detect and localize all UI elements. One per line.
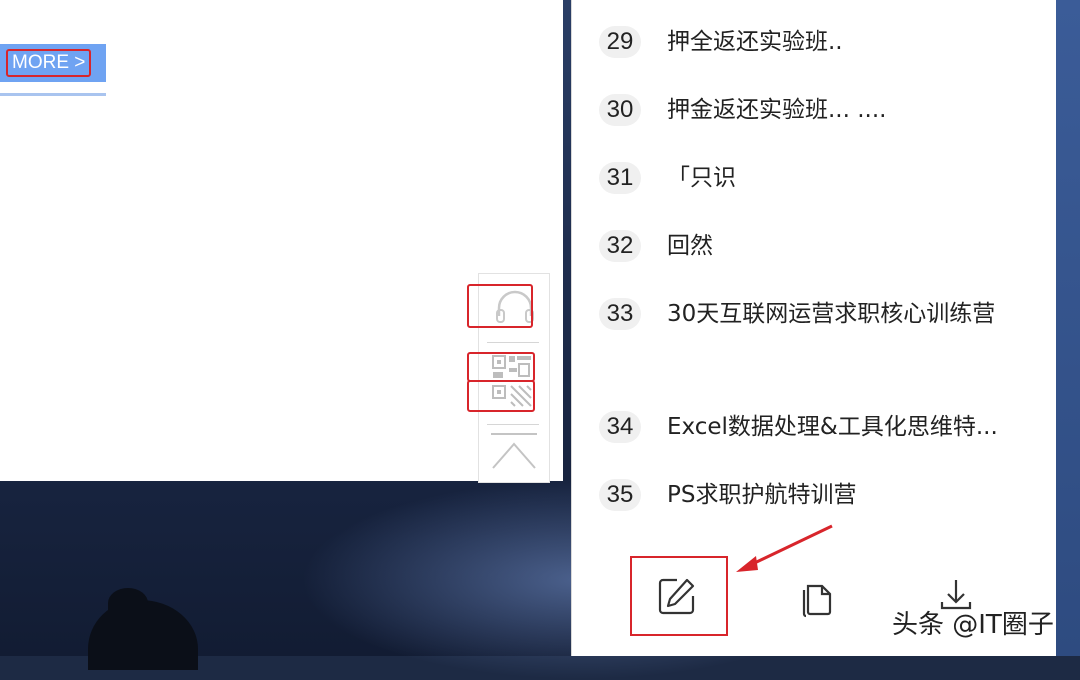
background-edge <box>1056 0 1080 656</box>
item-number: 32 <box>599 230 641 262</box>
annotation-box <box>467 380 535 412</box>
item-title: 「只识 <box>667 165 736 191</box>
more-button-label: MORE > <box>6 49 92 77</box>
toolbar-divider <box>487 342 539 343</box>
item-number: 29 <box>599 26 641 58</box>
item-number: 31 <box>599 162 641 194</box>
toolbar-divider <box>487 424 539 425</box>
item-number: 34 <box>599 411 641 443</box>
copy-icon[interactable] <box>798 580 834 622</box>
annotation-box <box>467 284 533 328</box>
item-title: Excel数据处理&工具化思维特... <box>667 414 998 440</box>
item-title: 押全返还实验班.. <box>667 29 843 55</box>
watermark: 头条 @IT圈子 <box>892 610 1054 640</box>
item-number: 30 <box>599 94 641 126</box>
item-number: 33 <box>599 298 641 330</box>
item-title: 押金返还实验班... .... <box>667 97 887 123</box>
annotation-arrow <box>736 524 833 572</box>
more-underline <box>0 93 106 96</box>
item-title: PS求职护航特训营 <box>667 482 857 508</box>
webpage-window: MORE > <box>0 0 563 483</box>
back-to-top-icon[interactable] <box>489 432 539 476</box>
item-number: 35 <box>599 479 641 511</box>
item-title: 回然 <box>667 233 713 259</box>
more-button[interactable]: MORE > <box>0 44 106 82</box>
item-title: 30天互联网运营求职核心训练营 <box>667 301 996 327</box>
edit-icon[interactable] <box>657 576 697 620</box>
annotation-box <box>467 352 535 382</box>
rock-silhouette-top <box>108 588 148 618</box>
